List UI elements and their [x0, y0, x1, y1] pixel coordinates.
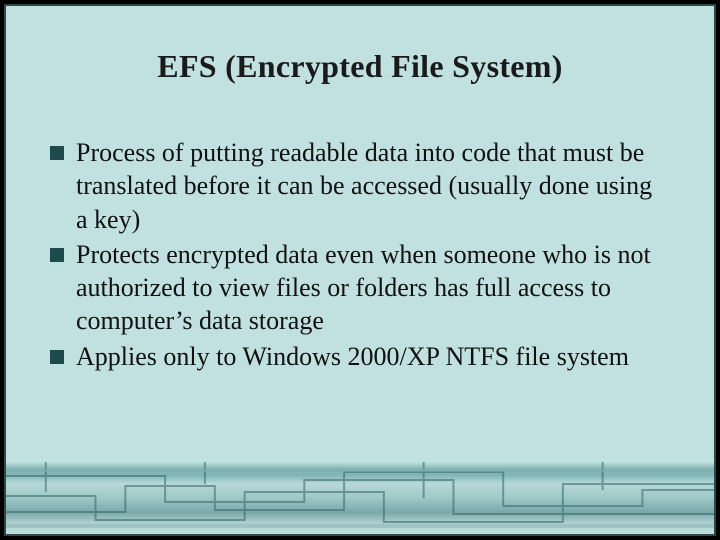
- square-bullet-icon: [50, 248, 64, 262]
- bullet-text: Process of putting readable data into co…: [76, 136, 666, 236]
- list-item: Applies only to Windows 2000/XP NTFS fil…: [50, 340, 666, 373]
- slide-frame: EFS (Encrypted File System) Process of p…: [4, 4, 716, 536]
- bullet-list: Process of putting readable data into co…: [50, 136, 666, 375]
- square-bullet-icon: [50, 350, 64, 364]
- slide-title: EFS (Encrypted File System): [6, 48, 714, 85]
- square-bullet-icon: [50, 146, 64, 160]
- bullet-text: Protects encrypted data even when someon…: [76, 238, 666, 338]
- list-item: Protects encrypted data even when someon…: [50, 238, 666, 338]
- list-item: Process of putting readable data into co…: [50, 136, 666, 236]
- circuit-lines-icon: [6, 462, 714, 534]
- footer-circuit-graphic: [6, 462, 714, 534]
- bullet-text: Applies only to Windows 2000/XP NTFS fil…: [76, 340, 666, 373]
